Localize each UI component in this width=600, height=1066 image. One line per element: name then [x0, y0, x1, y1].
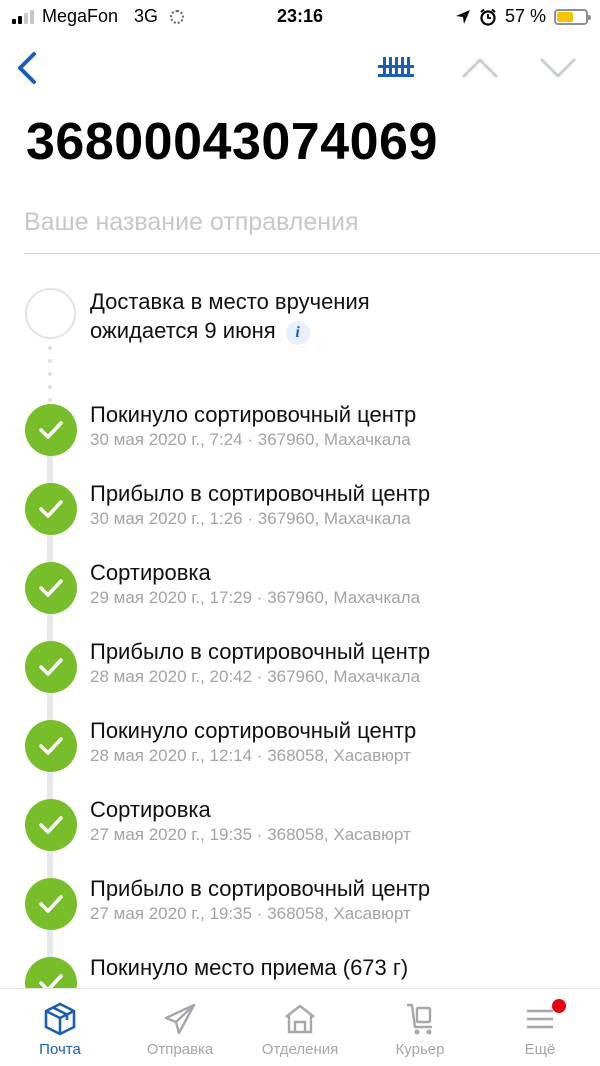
tab-label: Отделения: [261, 1041, 339, 1058]
info-icon[interactable]: i: [285, 321, 310, 345]
tab-label: Курьер: [395, 1041, 445, 1058]
event-title: Покинуло сортировочный центр: [90, 718, 417, 743]
next-shipment-button[interactable]: [530, 48, 586, 88]
location-arrow-icon: [455, 9, 470, 24]
checkmark-icon: [25, 799, 77, 851]
timeline-event: Сортировка 27 мая 2020 г., 19:35 · 36805…: [0, 797, 600, 879]
chevron-down-icon: [540, 58, 576, 78]
event-detail: 28 мая 2020 г., 12:14 · 368058, Хасавюрт: [90, 746, 411, 765]
post-office-icon: [285, 1004, 315, 1034]
timeline-event: Покинуло сортировочный центр 30 мая 2020…: [0, 402, 600, 484]
checkmark-icon: [25, 878, 77, 930]
barcode-button[interactable]: [372, 48, 420, 88]
pending-status-circle: [25, 288, 76, 339]
back-button[interactable]: [8, 42, 48, 94]
expected-delivery-line1: Доставка в место вручения: [90, 289, 370, 314]
event-detail: 27 мая 2020 г., 19:35 · 368058, Хасавюрт: [90, 825, 411, 844]
checkmark-icon: [25, 562, 77, 614]
courier-cart-icon: [407, 1003, 432, 1035]
tracking-number: 36800043074069: [26, 113, 438, 171]
event-title: Покинуло сортировочный центр: [90, 402, 417, 427]
timeline-dots: [48, 346, 52, 411]
event-detail: 30 мая 2020 г., 1:26 · 367960, Махачкала: [90, 509, 411, 528]
tab-more[interactable]: Ещё: [480, 989, 600, 1066]
tab-label: Отправка: [146, 1041, 214, 1058]
tab-bar: Почта Отправка Отделения Курьер Ещё: [0, 988, 600, 1066]
timeline-event: Прибыло в сортировочный центр 28 мая 202…: [0, 639, 600, 721]
expected-delivery: Доставка в место вручения ожидается 9 ию…: [90, 287, 370, 345]
battery-icon: [554, 8, 591, 25]
event-detail: 28 мая 2020 г., 20:42 · 367960, Махачкал…: [90, 667, 421, 686]
expected-delivery-date: ожидается 9 июня: [90, 318, 276, 343]
status-bar: MegaFon 3G 23:16 57 %: [0, 0, 600, 36]
event-title: Сортировка: [90, 797, 211, 822]
timeline-event: Прибыло в сортировочный центр 27 мая 202…: [0, 876, 600, 958]
checkmark-icon: [25, 483, 77, 535]
tab-offices[interactable]: Отделения: [240, 989, 360, 1066]
tab-label: Почта: [39, 1041, 81, 1058]
event-detail: 30 мая 2020 г., 7:24 · 367960, Махачкала: [90, 430, 411, 449]
checkmark-icon: [25, 641, 77, 693]
chevron-left-icon: [18, 52, 36, 84]
box-icon: [44, 1002, 76, 1036]
timeline-event: Покинуло сортировочный центр 28 мая 2020…: [0, 718, 600, 800]
divider: [24, 253, 600, 254]
event-detail: 29 мая 2020 г., 17:29 · 367960, Махачкал…: [90, 588, 421, 607]
event-title: Покинуло место приема (673 г): [90, 955, 409, 980]
battery-percent: 57 %: [504, 6, 546, 26]
chevron-up-icon: [462, 58, 498, 78]
navigation-bar: [0, 36, 600, 100]
checkmark-icon: [25, 404, 77, 456]
event-title: Прибыло в сортировочный центр: [90, 876, 431, 901]
alarm-clock-icon: [480, 8, 496, 26]
event-title: Прибыло в сортировочный центр: [90, 481, 431, 506]
previous-shipment-button[interactable]: [452, 48, 508, 88]
checkmark-icon: [25, 720, 77, 772]
timeline-event: Сортировка 29 мая 2020 г., 17:29 · 36796…: [0, 560, 600, 642]
event-title: Сортировка: [90, 560, 211, 585]
barcode-icon: [378, 57, 414, 77]
shipment-name-input[interactable]: [24, 200, 576, 244]
tab-send[interactable]: Отправка: [120, 989, 240, 1066]
tab-mail[interactable]: Почта: [0, 989, 120, 1066]
tab-label: Ещё: [524, 1041, 556, 1058]
event-detail: 27 мая 2020 г., 19:35 · 368058, Хасавюрт: [90, 904, 411, 923]
event-title: Прибыло в сортировочный центр: [90, 639, 431, 664]
timeline-event: Прибыло в сортировочный центр 30 мая 202…: [0, 481, 600, 563]
paper-plane-icon: [164, 1003, 196, 1035]
notification-badge: [552, 999, 566, 1013]
tab-courier[interactable]: Курьер: [360, 989, 480, 1066]
